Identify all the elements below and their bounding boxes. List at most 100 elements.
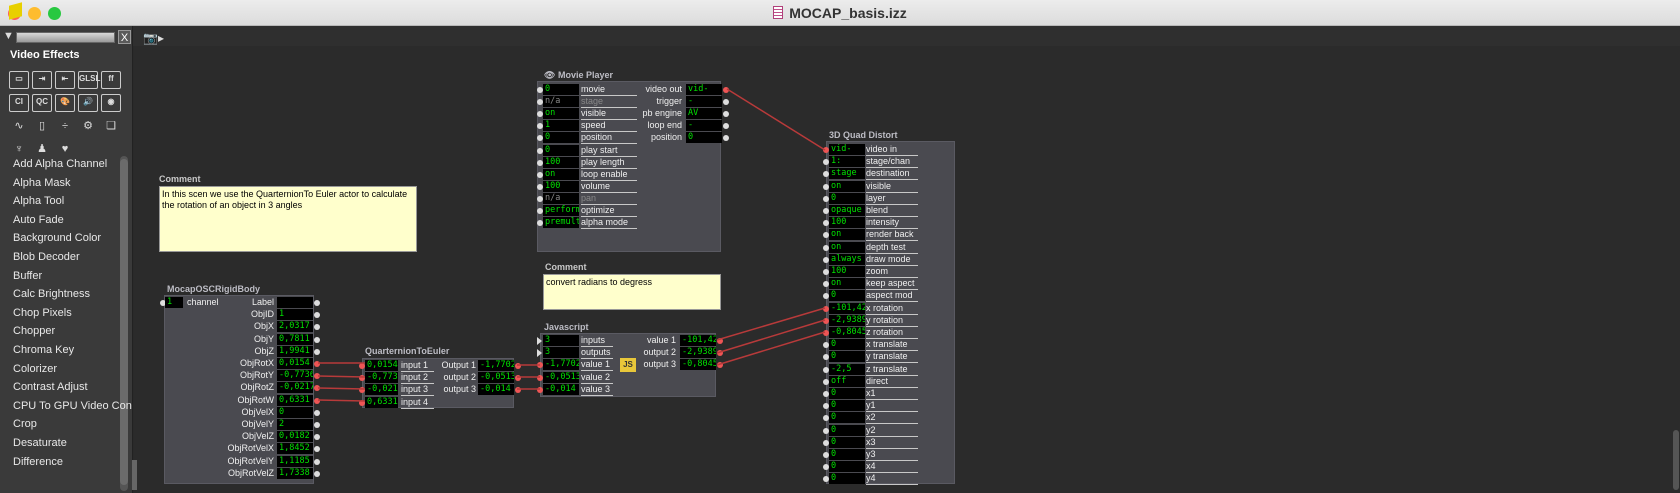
actor-list-item[interactable]: Crop (13, 418, 37, 430)
actor-list-item[interactable]: Blob Decoder (13, 251, 80, 263)
output-port[interactable] (515, 363, 521, 369)
input-value[interactable]: -2,9389 (829, 314, 865, 326)
output-port[interactable] (314, 397, 320, 404)
input-value[interactable]: 1: Stage (829, 156, 865, 168)
ff-icon[interactable]: ff (101, 71, 121, 89)
sidebar-resize-handle[interactable] (132, 460, 137, 490)
input-value[interactable]: on (543, 168, 579, 180)
actor-list-item[interactable]: Alpha Tool (13, 195, 64, 207)
input-value[interactable]: 0 (829, 339, 865, 351)
input-value[interactable]: on (543, 108, 579, 120)
wave-icon[interactable]: ∿ (9, 117, 29, 135)
sidebar-scrollbar-thumb[interactable] (120, 159, 128, 485)
input-value[interactable]: -2,5 (829, 363, 865, 375)
glsl-icon[interactable]: GLSL (78, 71, 100, 89)
actor-list-item[interactable]: Background Color (13, 232, 101, 244)
input-value[interactable]: perform (543, 205, 579, 216)
input-value[interactable]: 100 (829, 266, 865, 277)
input-value[interactable]: 0 (829, 461, 865, 473)
input-value[interactable]: -0,8045 (829, 327, 865, 338)
input-value[interactable]: 0,6331 (365, 396, 398, 408)
input-value[interactable]: 100 (829, 217, 865, 229)
input-value[interactable]: stage (829, 168, 865, 180)
video-out-icon[interactable]: ⇤ (55, 71, 75, 89)
video-in-icon[interactable]: ⇥ (32, 71, 52, 89)
clear-search-button[interactable]: X (118, 30, 131, 44)
actor-list-item[interactable]: Difference (13, 456, 63, 468)
input-value[interactable]: -0,0217 (365, 384, 398, 396)
input-value[interactable]: -0,0513 (543, 371, 579, 383)
input-value[interactable]: 100 (543, 156, 579, 168)
input-value[interactable]: -0,014 (543, 383, 579, 395)
layers-icon[interactable]: ❏ (101, 117, 121, 135)
input-value[interactable]: 0 (829, 192, 865, 204)
output-port[interactable] (723, 87, 729, 93)
input-value[interactable]: 1 (165, 297, 183, 308)
actor-list-item[interactable]: Auto Fade (13, 214, 64, 226)
comment-body[interactable]: In this scen we use the QuarternionTo Eu… (159, 186, 417, 252)
input-value[interactable]: always (829, 253, 865, 265)
output-port[interactable] (314, 458, 320, 465)
color-wheel-icon[interactable]: ◉ (101, 94, 121, 112)
input-value[interactable]: -1,7702 (543, 359, 579, 371)
camera-icon[interactable]: 📷▸ (143, 31, 164, 45)
input-value[interactable]: 0 (829, 424, 865, 436)
actor-list-item[interactable]: Chop Pixels (13, 307, 72, 319)
actor-list-item[interactable]: Calc Brightness (13, 288, 90, 300)
disclosure-triangle-icon[interactable]: ▼ (3, 30, 14, 42)
input-value[interactable]: on (829, 241, 865, 253)
input-value[interactable]: 0 (829, 473, 865, 485)
input-value[interactable]: n/a (543, 96, 579, 108)
input-value[interactable]: premult (543, 217, 579, 229)
input-value[interactable]: 3 (543, 347, 579, 359)
palette-icon[interactable]: 🎨 (55, 94, 75, 112)
input-value[interactable]: 100 (543, 180, 579, 192)
divide-icon[interactable]: ÷ (55, 117, 75, 135)
input-value[interactable]: -101,42 (829, 302, 865, 314)
mouse-icon[interactable]: ▯ (32, 117, 52, 135)
output-port[interactable] (314, 336, 320, 343)
actor-list-item[interactable]: Buffer (13, 270, 42, 282)
input-value[interactable]: 0 (543, 144, 579, 156)
input-value[interactable]: 0,0154 (365, 360, 398, 371)
input-value[interactable]: 0 (543, 132, 579, 144)
input-value[interactable]: 0 (829, 436, 865, 448)
antenna-icon[interactable]: ♆ (9, 140, 29, 158)
input-value[interactable]: 0 (829, 388, 865, 399)
actor-list-item[interactable]: Add Alpha Channel (13, 158, 107, 170)
output-port[interactable] (314, 422, 320, 428)
input-value[interactable]: 0 (829, 290, 865, 302)
output-port[interactable] (314, 361, 320, 367)
input-value[interactable]: 0 (829, 400, 865, 412)
actor-list-item[interactable]: CPU To GPU Video Con (13, 400, 132, 412)
input-value[interactable]: on (829, 180, 865, 192)
actor-list-item[interactable]: Colorizer (13, 363, 57, 375)
input-value[interactable]: n/a (543, 192, 579, 204)
input-value[interactable]: 0 (829, 449, 865, 460)
output-port[interactable] (717, 338, 723, 344)
gear-icon[interactable]: ⚙ (78, 117, 98, 135)
input-value[interactable]: on (829, 278, 865, 290)
input-value[interactable]: 1 (543, 120, 579, 132)
speaker-icon[interactable]: 🔊 (78, 94, 98, 112)
actor-list-item[interactable]: Contrast Adjust (13, 381, 88, 393)
input-value[interactable]: vid-gpu (829, 144, 865, 155)
input-arrow-icon[interactable] (537, 337, 542, 345)
output-port[interactable] (314, 300, 320, 306)
search-input[interactable] (16, 32, 115, 43)
video-frame-icon[interactable]: ▭ (9, 71, 29, 89)
input-value[interactable]: on (829, 229, 865, 241)
input-value[interactable]: off (829, 375, 865, 387)
actor-list-item[interactable]: Chroma Key (13, 344, 74, 356)
actor-list-item[interactable]: Desaturate (13, 437, 67, 449)
actor-list-item[interactable]: Chopper (13, 325, 55, 337)
input-value[interactable]: 0 (829, 412, 865, 424)
input-value[interactable]: 0 (829, 351, 865, 363)
input-arrow-icon[interactable] (537, 349, 542, 358)
person-icon[interactable]: ♟ (32, 140, 52, 158)
heart-icon[interactable]: ♥ (55, 140, 75, 158)
comment-body[interactable]: convert radians to degress (543, 274, 721, 310)
input-value[interactable]: -0,7736 (365, 372, 398, 384)
output-port[interactable] (314, 470, 320, 477)
qc-icon[interactable]: QC (32, 94, 52, 112)
